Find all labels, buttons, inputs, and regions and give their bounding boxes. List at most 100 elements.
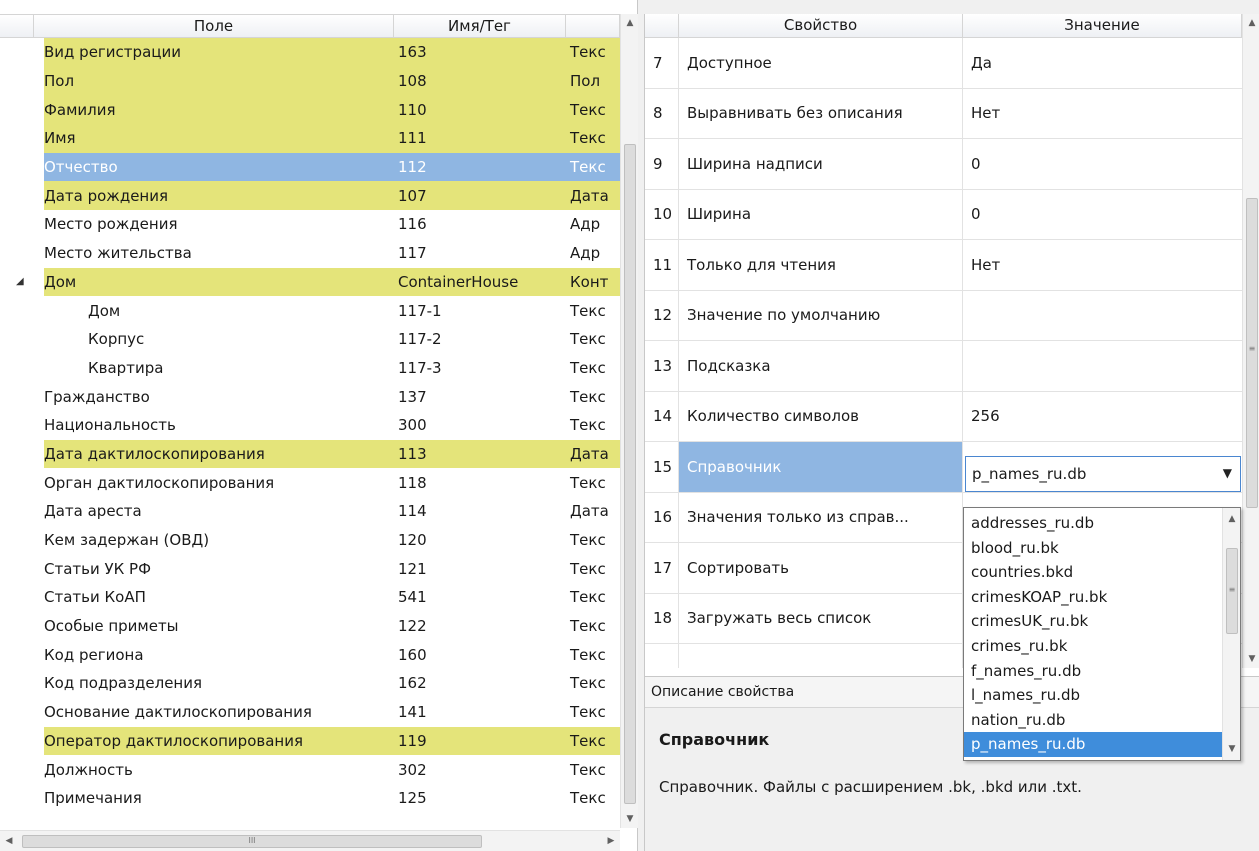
property-value[interactable]: Нет (963, 240, 1242, 290)
fields-tree: Вид регистрации 163 Текс Пол 108 Пол Фамилия 11… (0, 38, 620, 828)
field-row[interactable]: Место жительства 117 Адр (0, 238, 620, 268)
row-indent (0, 583, 44, 612)
dropdown-scrollbar[interactable]: ▲ ≡ ▼ (1222, 508, 1240, 760)
field-tag: 117 (398, 244, 427, 263)
dropdown-option[interactable]: f_names_ru.db (964, 659, 1222, 684)
scroll-thumb[interactable] (624, 144, 636, 804)
scroll-down-icon[interactable]: ▼ (1223, 740, 1241, 758)
field-name: Гражданство (44, 387, 150, 406)
row-indent (0, 324, 44, 354)
property-name: Сортировать (679, 543, 963, 593)
dropdown-option[interactable]: crimes_ru.bk (964, 634, 1222, 659)
field-row[interactable]: Оператор дактилоскопирования 119 Текс (0, 726, 620, 756)
dropdown-option[interactable]: addresses_ru.db (964, 511, 1222, 536)
dropdown-option[interactable]: blood_ru.bk (964, 536, 1222, 561)
property-row[interactable]: 9 Ширина надписи 0 (645, 139, 1242, 190)
scroll-up-icon[interactable]: ▲ (621, 14, 639, 32)
property-name: Только для чтения (679, 240, 963, 290)
property-value[interactable]: Да (963, 38, 1242, 88)
field-row[interactable]: Основание дактилоскопирования 141 Текс (0, 697, 620, 727)
property-name: Значение по умолчанию (679, 290, 963, 340)
reference-dropdown-list[interactable]: addresses_ru.db blood_ru.bk countries.bkd c… (963, 507, 1241, 761)
field-row[interactable]: Пол 108 Пол (0, 66, 620, 96)
property-name: Значения только из справ... (679, 492, 963, 542)
property-value[interactable]: 0 (963, 190, 1242, 240)
scroll-thumb-horizontal[interactable]: III (22, 835, 482, 848)
field-row[interactable]: Код региона 160 Текс (0, 640, 620, 670)
row-indent (0, 439, 44, 469)
fields-vertical-scrollbar[interactable]: ▲ ▼ (620, 14, 638, 828)
field-row[interactable]: Вид регистрации 163 Текс (0, 38, 620, 67)
field-row[interactable]: Фамилия 110 Текс (0, 95, 620, 125)
field-row[interactable]: Дата рождения 107 Дата (0, 181, 620, 211)
row-indent (0, 497, 44, 526)
property-row[interactable]: 14 Количество символов 256 (645, 391, 1242, 442)
field-row[interactable]: Примечания 125 Текс (0, 783, 620, 813)
field-row[interactable]: Особые приметы 122 Текс (0, 611, 620, 641)
property-row[interactable]: 8 Выравнивать без описания Нет (645, 88, 1242, 139)
field-row[interactable]: Дата дактилоскопирования 113 Дата (0, 439, 620, 469)
property-value[interactable] (963, 291, 1242, 341)
field-row[interactable]: Дата ареста 114 Дата (0, 497, 620, 526)
fields-horizontal-scrollbar[interactable]: ◀ III ▶ (0, 830, 620, 851)
dropdown-option[interactable]: crimesKOAP_ru.bk (964, 585, 1222, 610)
field-row[interactable]: Дом 117-1 Текс (0, 296, 620, 325)
dropdown-arrow-icon[interactable]: ▼ (1223, 466, 1232, 480)
scroll-left-icon[interactable]: ◀ (0, 831, 18, 851)
expand-collapse-icon[interactable]: ◢ (16, 276, 24, 287)
column-header-type[interactable] (566, 15, 620, 39)
field-row[interactable]: Гражданство 137 Текс (0, 382, 620, 411)
scroll-thumb[interactable]: ≡ (1246, 198, 1258, 508)
field-tag: 113 (390, 439, 566, 469)
properties-vertical-scrollbar[interactable]: ▲ ≡ ▼ (1242, 14, 1259, 668)
property-value[interactable]: 256 (963, 392, 1242, 442)
field-tag: 541 (398, 588, 427, 607)
property-number (645, 644, 679, 668)
column-header-field[interactable]: Поле (34, 15, 394, 39)
field-row[interactable]: ◢ Дом ContainerHouse Конт (0, 267, 620, 297)
property-row[interactable]: 11 Только для чтения Нет (645, 240, 1242, 291)
property-name: Подсказка (679, 341, 963, 391)
field-row[interactable]: Должность 302 Текс (0, 755, 620, 784)
field-row[interactable]: Место рождения 116 Адр (0, 210, 620, 239)
field-row[interactable]: Статьи УК РФ 121 Текс (0, 554, 620, 584)
dropdown-option[interactable]: crimesUK_ru.bk (964, 609, 1222, 634)
scroll-up-icon[interactable]: ▲ (1223, 510, 1241, 528)
scroll-down-icon[interactable]: ▼ (621, 810, 639, 828)
property-row[interactable]: 10 Ширина 0 (645, 189, 1242, 240)
property-row[interactable]: 13 Подсказка (645, 341, 1242, 392)
scroll-thumb[interactable]: ≡ (1226, 548, 1238, 634)
property-value[interactable]: Нет (963, 89, 1242, 139)
dropdown-option[interactable]: p_names_ru.db (964, 732, 1222, 757)
property-row[interactable]: 7 Доступное Да (645, 38, 1242, 89)
field-row[interactable]: Статьи КоАП 541 Текс (0, 583, 620, 612)
field-row[interactable]: Код подразделения 162 Текс (0, 669, 620, 698)
field-row[interactable]: Корпус 117-2 Текс (0, 324, 620, 354)
property-row[interactable]: 12 Значение по умолчанию (645, 290, 1242, 341)
reference-combobox[interactable]: p_names_ru.db ▼ (965, 456, 1241, 492)
field-row[interactable]: Отчество 112 Текс (0, 152, 620, 182)
field-name: Оператор дактилоскопирования (44, 726, 390, 756)
dropdown-option[interactable]: nation_ru.db (964, 708, 1222, 733)
property-value[interactable]: 0 (963, 139, 1242, 189)
field-row[interactable]: Орган дактилоскопирования 118 Текс (0, 468, 620, 497)
field-type: Текс (570, 473, 606, 492)
field-row[interactable]: Национальность 300 Текс (0, 410, 620, 440)
field-tag: 162 (398, 674, 427, 693)
row-indent (0, 525, 44, 555)
scroll-up-icon[interactable]: ▲ (1243, 14, 1259, 32)
field-row[interactable]: Кем задержан (ОВД) 120 Текс (0, 525, 620, 555)
property-number: 16 (645, 492, 679, 542)
scroll-down-icon[interactable]: ▼ (1243, 650, 1259, 668)
column-header-tag[interactable]: Имя/Тег (394, 15, 566, 39)
row-indent (0, 66, 44, 96)
field-name: Дом (44, 267, 390, 297)
field-row[interactable]: Квартира 117-3 Текс (0, 353, 620, 383)
dropdown-option[interactable]: l_names_ru.db (964, 683, 1222, 708)
scroll-right-icon[interactable]: ▶ (602, 831, 620, 851)
column-header-value[interactable]: Значение (963, 14, 1242, 38)
dropdown-option[interactable]: countries.bkd (964, 560, 1222, 585)
property-value[interactable] (963, 341, 1242, 391)
column-header-property[interactable]: Свойство (679, 14, 963, 38)
field-row[interactable]: Имя 111 Текс (0, 124, 620, 153)
